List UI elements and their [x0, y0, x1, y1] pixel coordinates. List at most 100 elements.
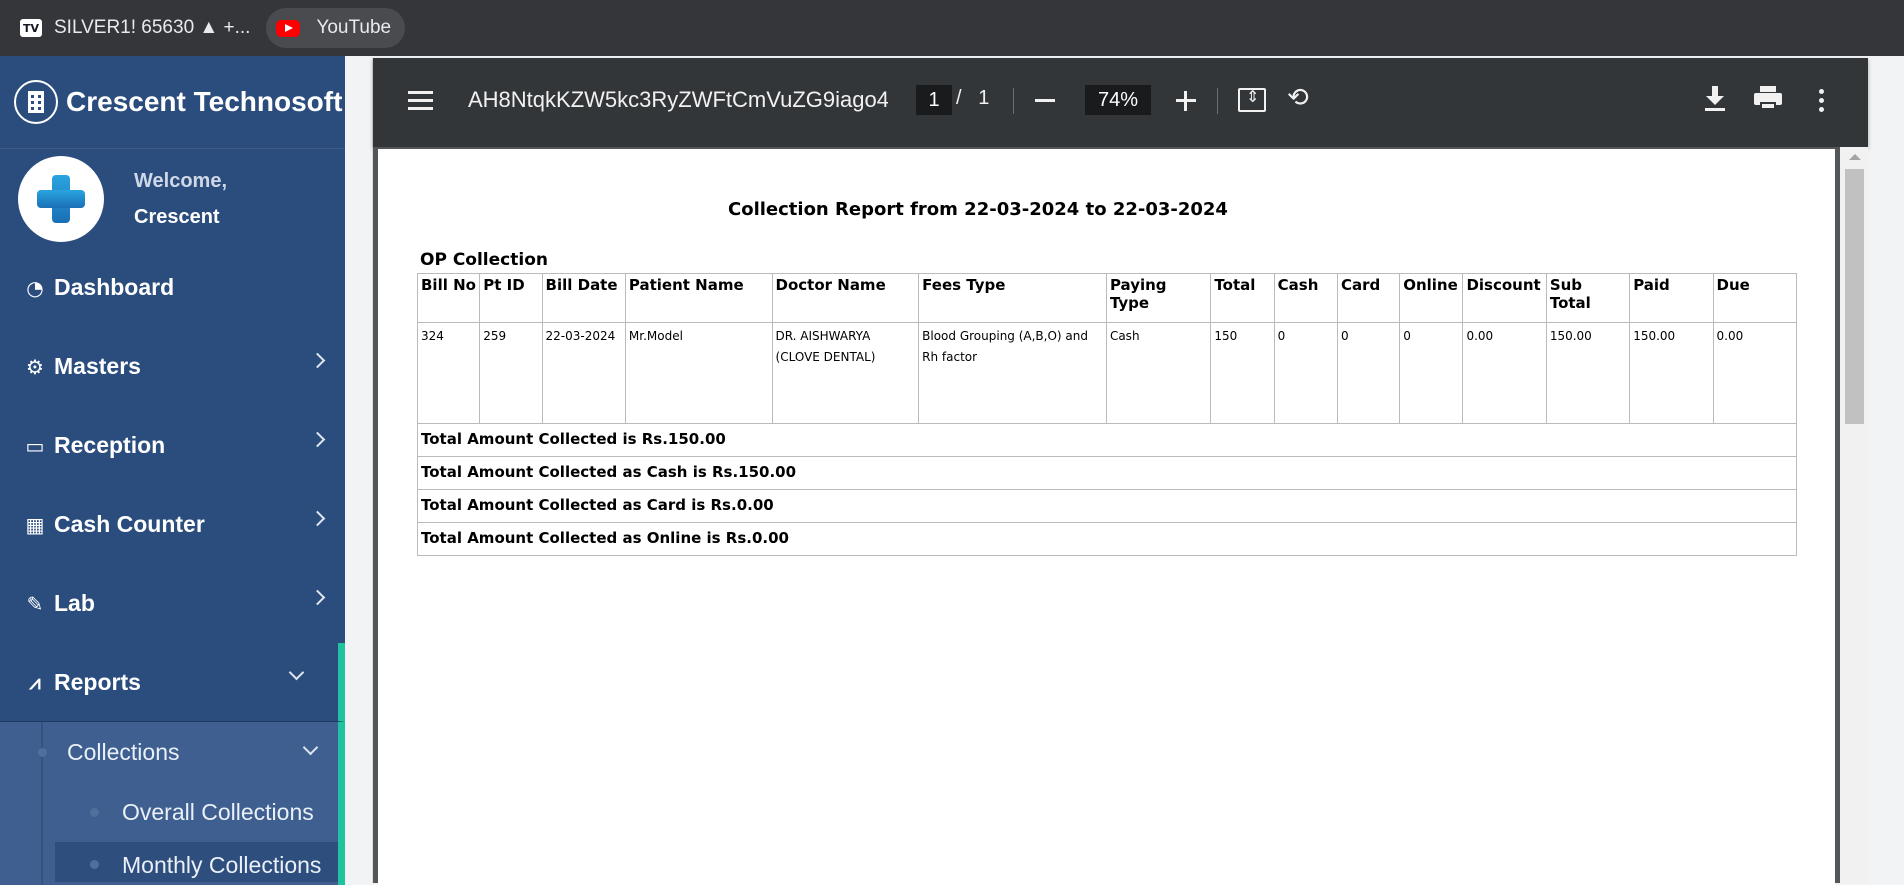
sidebar-item-label: Overall Collections: [122, 798, 314, 825]
scrollbar[interactable]: [1840, 147, 1868, 883]
gears-icon: ⚙: [26, 354, 44, 379]
tab-label: SILVER1! 65630 ▲ +...: [54, 17, 251, 38]
sidebar-item-cash-counter[interactable]: ▦ Cash Counter: [0, 485, 345, 564]
table-cell: 0.00: [1462, 322, 1547, 424]
medical-cross-icon: [35, 173, 87, 225]
chevron-right-icon: [309, 510, 326, 527]
sidebar-item-dashboard[interactable]: ◔ Dashboard: [0, 248, 345, 327]
table-cell: Mr.Model: [624, 322, 773, 424]
column-header: Online: [1399, 273, 1464, 323]
table-cell: 150.00: [1629, 322, 1714, 424]
column-header: Cash: [1273, 273, 1338, 323]
browser-tab-strip: TV SILVER1! 65630 ▲ +... YouTube: [0, 0, 1904, 56]
total-row: Total Amount Collected as Online is Rs.0…: [417, 522, 1797, 556]
section-title: OP Collection: [420, 250, 548, 270]
bullet-icon: [90, 807, 99, 817]
total-row: Total Amount Collected as Card is Rs.0.0…: [417, 489, 1797, 523]
welcome-text: Welcome,: [134, 169, 227, 192]
table-cell: 150: [1210, 322, 1275, 424]
tab-label: YouTube: [316, 17, 392, 38]
chevron-right-icon: [309, 352, 326, 369]
zoom-level-input[interactable]: 74%: [1085, 85, 1151, 115]
table-cell: 0: [1399, 322, 1464, 424]
total-card: Total Amount Collected as Card is Rs.0.0…: [417, 489, 1797, 523]
table-cell: Blood Grouping (A,B,O) and Rh factor: [918, 322, 1107, 424]
brand-name: Crescent Technosoft: [66, 86, 343, 117]
sidebar-item-overall-collections[interactable]: Overall Collections: [0, 782, 338, 842]
column-header: Pt ID: [479, 273, 543, 323]
sidebar-item-lab[interactable]: ✎ Lab: [0, 564, 345, 643]
sidebar-item-reports[interactable]: ⩘ Reports: [0, 643, 345, 722]
chevron-down-icon: [288, 664, 305, 681]
column-header: Fees Type: [918, 273, 1107, 323]
column-header: Paid: [1629, 273, 1714, 323]
sidebar-item-monthly-collections[interactable]: Monthly Collections: [55, 842, 338, 882]
browser-tab-youtube[interactable]: YouTube: [266, 8, 406, 48]
menu-icon[interactable]: [408, 91, 433, 111]
bullet-icon: [90, 860, 99, 869]
column-header: Due: [1712, 273, 1798, 323]
sidebar: Crescent Technosoft Welcome, Crescent ◔ …: [0, 56, 345, 885]
user-name: Crescent: [134, 205, 220, 228]
table-cell: 324: [416, 322, 481, 424]
pdf-toolbar: AH8NtqkKZW5kc3RyZWFtCmVuZG9iago4... 1 / …: [373, 58, 1868, 147]
sidebar-item-masters[interactable]: ⚙ Masters: [0, 327, 345, 406]
table-cell: DR. AISHWARYA (CLOVE DENTAL): [771, 322, 920, 424]
zoom-out-icon[interactable]: [1035, 99, 1055, 102]
main-content: AH8NtqkKZW5kc3RyZWFtCmVuZG9iago4... 1 / …: [345, 56, 1904, 889]
test-tube-icon: ✎: [26, 591, 44, 616]
pdf-page: Collection Report from 22-03-2024 to 22-…: [378, 149, 1835, 889]
scroll-up-arrow-icon[interactable]: [1849, 154, 1861, 160]
print-icon[interactable]: [1754, 86, 1782, 112]
column-header: Discount: [1462, 273, 1547, 323]
scrollbar-thumb[interactable]: [1845, 169, 1864, 424]
pdf-viewer: AH8NtqkKZW5kc3RyZWFtCmVuZG9iago4... 1 / …: [372, 58, 1868, 889]
table-cell: 150.00: [1545, 322, 1631, 424]
dashboard-icon: ◔: [26, 275, 44, 300]
column-header: Paying Type: [1105, 273, 1212, 323]
column-header: Bill Date: [541, 273, 626, 323]
table-cell: 0.00: [1712, 322, 1798, 424]
page-separator: /: [956, 87, 962, 109]
sidebar-item-reception[interactable]: ▭ Reception: [0, 406, 345, 485]
monitor-icon: ▭: [25, 433, 45, 458]
table-header-row: Bill No Pt ID Bill Date Patient Name Doc…: [416, 273, 1798, 323]
table-cell: 22-03-2024: [541, 322, 626, 424]
sidebar-item-label: Reports: [54, 668, 141, 695]
more-options-icon[interactable]: [1819, 89, 1825, 113]
total-row: Total Amount Collected as Cash is Rs.150…: [417, 456, 1797, 490]
sidebar-item-label: Collections: [67, 738, 180, 765]
document-title: AH8NtqkKZW5kc3RyZWFtCmVuZG9iago4...: [468, 87, 888, 112]
sidebar-item-label: Reception: [54, 432, 166, 458]
column-header: Sub Total: [1545, 273, 1631, 323]
page-number-input[interactable]: 1: [916, 85, 952, 115]
table-cell: 0: [1273, 322, 1338, 424]
column-header: Bill No: [416, 273, 481, 323]
total-online: Total Amount Collected as Online is Rs.0…: [417, 522, 1797, 556]
sidebar-item-label: Monthly Collections: [122, 852, 322, 878]
hospital-icon: [14, 80, 58, 124]
sidebar-item-label: Masters: [54, 353, 141, 379]
sidebar-item-label: Dashboard: [54, 274, 175, 300]
brand[interactable]: Crescent Technosoft: [0, 56, 345, 148]
chevron-right-icon: [309, 589, 326, 606]
rotate-icon[interactable]: ⟲: [1287, 84, 1315, 112]
zoom-in-icon[interactable]: [1176, 91, 1196, 111]
total-cash: Total Amount Collected as Cash is Rs.150…: [417, 456, 1797, 490]
cash-register-icon: ▦: [25, 512, 45, 537]
download-icon[interactable]: [1703, 84, 1727, 114]
sidebar-item-label: Cash Counter: [54, 511, 205, 537]
fit-to-page-icon[interactable]: [1238, 87, 1266, 112]
toolbar-divider: [1217, 88, 1218, 114]
total-collected: Total Amount Collected is Rs.150.00: [417, 423, 1797, 457]
bullet-icon: [38, 747, 47, 757]
page-count: / 1: [956, 87, 1016, 110]
total-pages: 1: [978, 87, 990, 109]
sidebar-item-collections[interactable]: Collections: [0, 722, 338, 782]
column-header: Card: [1336, 273, 1401, 323]
chart-line-icon: ⩘: [29, 670, 41, 694]
total-row: Total Amount Collected is Rs.150.00: [417, 423, 1797, 457]
tradingview-icon: TV: [20, 19, 42, 37]
toolbar-divider: [1013, 88, 1014, 114]
browser-tab-silver[interactable]: TV SILVER1! 65630 ▲ +...: [8, 8, 262, 48]
